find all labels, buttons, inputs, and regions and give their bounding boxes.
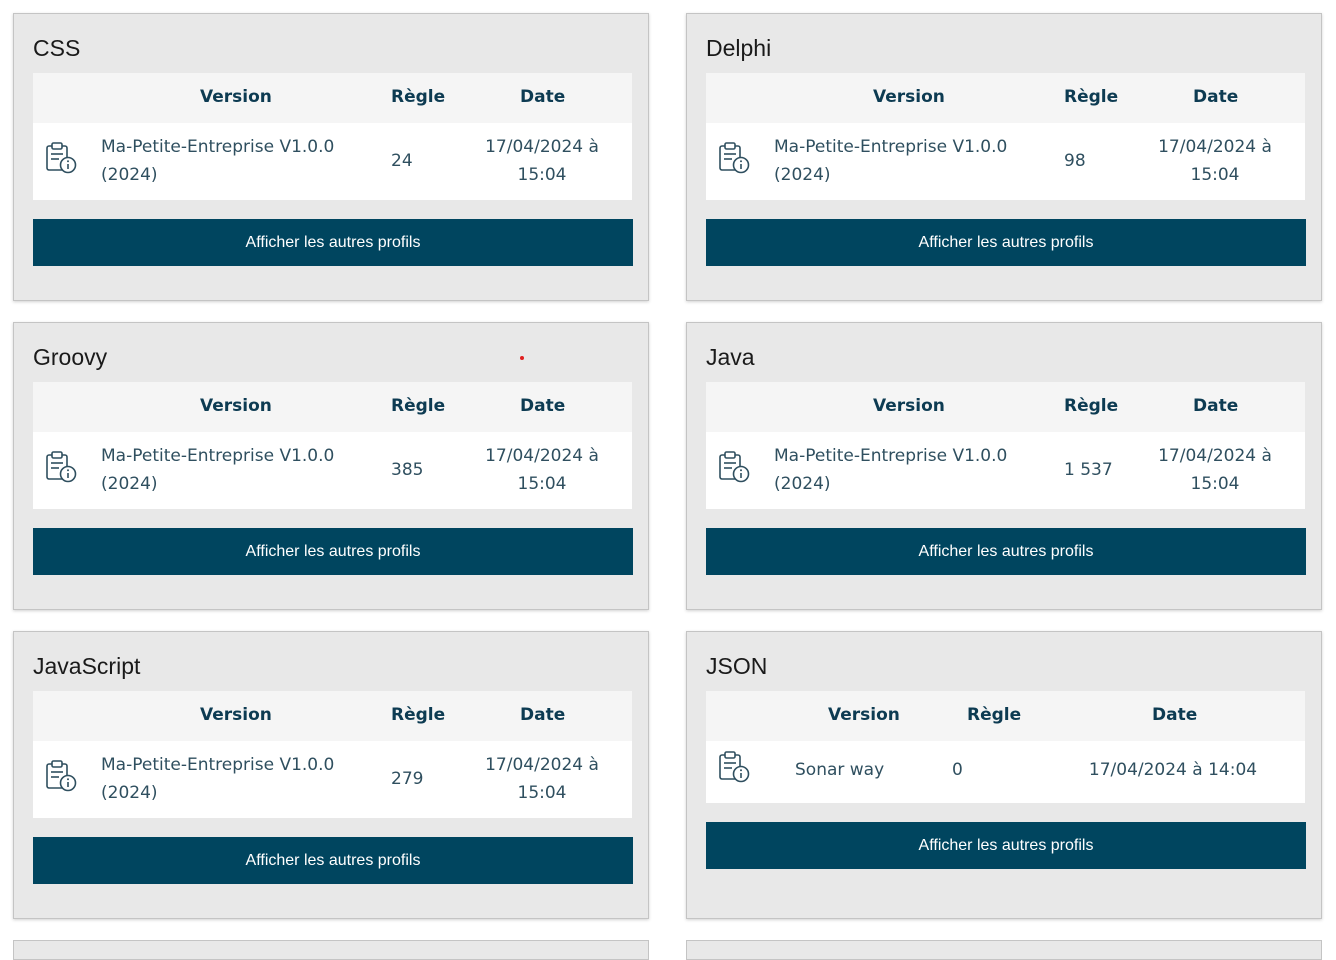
show-other-profiles-button[interactable]: Afficher les autres profils [706, 219, 1306, 266]
table-header: Version Règle Date [33, 73, 632, 123]
profile-date: 17/04/2024 à 15:04 [1158, 137, 1272, 185]
rule-count: 385 [391, 460, 424, 480]
column-header-date: Date [520, 396, 566, 416]
profile-card-css: CSS Version Règle Date Ma-Petite-Entrepr… [13, 13, 649, 301]
column-header-date: Date [520, 87, 566, 107]
show-other-profiles-button[interactable]: Afficher les autres profils [33, 528, 633, 575]
rule-count: 24 [391, 151, 413, 171]
profile-date: 17/04/2024 à 14:04 [1088, 760, 1258, 780]
card-title: Delphi [706, 35, 772, 61]
profile-version-link[interactable]: Ma-Petite-Entreprise V1.0.0 (2024) [101, 133, 334, 189]
table-row: Ma-Petite-Entreprise V1.0.0 (2024) 24 17… [33, 123, 632, 200]
profile-date: 17/04/2024 à 15:04 [485, 755, 599, 803]
show-other-profiles-button[interactable]: Afficher les autres profils [33, 837, 633, 884]
profile-table: Version Règle Date Ma-Petite-Entreprise … [706, 73, 1305, 200]
profile-card-partial [13, 940, 649, 960]
table-row: Ma-Petite-Entreprise V1.0.0 (2024) 385 1… [33, 432, 632, 509]
column-header-date: Date [1193, 87, 1239, 107]
show-other-profiles-button[interactable]: Afficher les autres profils [706, 528, 1306, 575]
cursor-dot [520, 356, 524, 360]
profile-card-partial [686, 940, 1322, 960]
profile-card-groovy: Groovy Version Règle Date Ma-Petite-Entr… [13, 322, 649, 610]
profile-version-link[interactable]: Ma-Petite-Entreprise V1.0.0 (2024) [101, 442, 334, 498]
column-header-version: Version [200, 87, 272, 107]
profile-table: Version Règle Date Ma-Petite-Entreprise … [33, 73, 632, 200]
profile-version-link[interactable]: Ma-Petite-Entreprise V1.0.0 (2024) [774, 133, 1007, 189]
show-other-profiles-button[interactable]: Afficher les autres profils [706, 822, 1306, 869]
column-header-version: Version [873, 87, 945, 107]
rule-count: 98 [1064, 151, 1086, 171]
column-header-date: Date [1193, 396, 1239, 416]
column-header-rule: Règle [1064, 396, 1119, 416]
profile-table: Version Règle Date Ma-Petite-Entreprise … [33, 691, 632, 818]
profile-version-link[interactable]: Ma-Petite-Entreprise V1.0.0 (2024) [101, 751, 334, 807]
clipboard-info-icon[interactable] [717, 750, 751, 784]
profile-card-java: Java Version Règle Date Ma-Petite-Entrep… [686, 322, 1322, 610]
table-header: Version Règle Date [33, 382, 632, 432]
table-header: Version Règle Date [706, 691, 1305, 741]
column-header-version: Version [200, 396, 272, 416]
column-header-version: Version [873, 396, 945, 416]
profile-table: Version Règle Date Ma-Petite-Entreprise … [706, 382, 1305, 509]
show-other-profiles-button[interactable]: Afficher les autres profils [33, 219, 633, 266]
column-header-rule: Règle [391, 396, 446, 416]
column-header-date: Date [1152, 705, 1198, 725]
clipboard-info-icon[interactable] [717, 450, 751, 484]
profile-table: Version Règle Date Ma-Petite-Entreprise … [33, 382, 632, 509]
card-title: Java [706, 344, 755, 370]
table-header: Version Règle Date [706, 73, 1305, 123]
column-header-rule: Règle [391, 705, 446, 725]
clipboard-info-icon[interactable] [717, 141, 751, 175]
column-header-rule: Règle [391, 87, 446, 107]
card-title: JavaScript [33, 653, 141, 679]
column-header-date: Date [520, 705, 566, 725]
clipboard-info-icon[interactable] [44, 759, 78, 793]
clipboard-info-icon[interactable] [44, 141, 78, 175]
column-header-rule: Règle [967, 705, 1022, 725]
clipboard-info-icon[interactable] [44, 450, 78, 484]
table-row: Ma-Petite-Entreprise V1.0.0 (2024) 279 1… [33, 741, 632, 818]
rule-count: 279 [391, 769, 424, 789]
rule-count: 0 [952, 760, 963, 780]
profile-card-json: JSON Version Règle Date Sonar way 0 17/0… [686, 631, 1322, 919]
table-row: Sonar way 0 17/04/2024 à 14:04 [706, 741, 1305, 803]
profile-card-javascript: JavaScript Version Règle Date Ma-Petite-… [13, 631, 649, 919]
table-header: Version Règle Date [33, 691, 632, 741]
column-header-version: Version [200, 705, 272, 725]
profile-card-delphi: Delphi Version Règle Date Ma-Petite-Entr… [686, 13, 1322, 301]
table-row: Ma-Petite-Entreprise V1.0.0 (2024) 1 537… [706, 432, 1305, 509]
profile-version-link[interactable]: Sonar way [795, 756, 884, 784]
card-title: JSON [706, 653, 768, 679]
rule-count: 1 537 [1064, 460, 1113, 480]
profile-version-link[interactable]: Ma-Petite-Entreprise V1.0.0 (2024) [774, 442, 1007, 498]
profile-date: 17/04/2024 à 15:04 [485, 446, 599, 494]
profile-table: Version Règle Date Sonar way 0 17/04/202… [706, 691, 1305, 803]
table-row: Ma-Petite-Entreprise V1.0.0 (2024) 98 17… [706, 123, 1305, 200]
profile-date: 17/04/2024 à 15:04 [485, 137, 599, 185]
column-header-rule: Règle [1064, 87, 1119, 107]
table-header: Version Règle Date [706, 382, 1305, 432]
card-title: CSS [33, 35, 81, 61]
profile-date: 17/04/2024 à 15:04 [1158, 446, 1272, 494]
card-title: Groovy [33, 344, 108, 370]
column-header-version: Version [828, 705, 900, 725]
